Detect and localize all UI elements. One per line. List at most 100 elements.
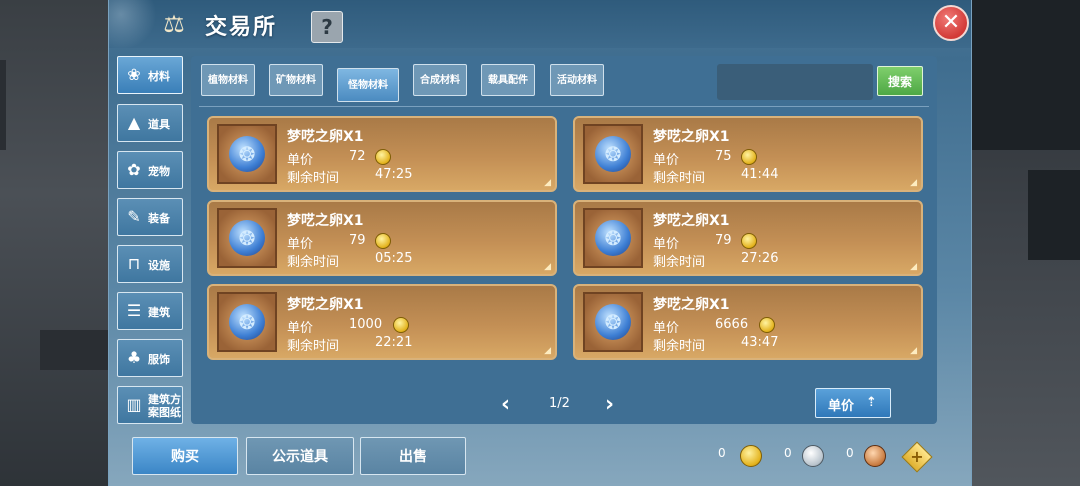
sidebar-item-label: 宠物	[148, 164, 170, 178]
corner-ornament-icon: ◢	[910, 178, 917, 188]
time-label: 剩余时间	[653, 339, 706, 354]
remaining-time: 22:21	[375, 335, 413, 350]
page-indicator: 1/2	[549, 396, 570, 411]
buy-tab-button[interactable]: 购买	[132, 437, 238, 475]
price-value: 79	[715, 233, 732, 248]
item-icon-frame: ❂	[217, 292, 277, 352]
sort-by-price-button[interactable]: 单价 ⇡	[815, 388, 891, 418]
sidebar-item-label: 装备	[148, 211, 170, 225]
trading-post-window: ⚖ 交易所 ? ✕ ❀ 材料 ▲ 道具 ✿ 宠物 ✎ 装备 ⊓ 设施 ☰ 建筑	[108, 0, 972, 486]
sell-tab-button[interactable]: 出售	[360, 437, 466, 475]
silver-coin-icon	[802, 445, 824, 467]
item-name: 梦呓之卵X1	[287, 297, 364, 313]
sidebar-item-clothing[interactable]: ♣ 服饰	[117, 339, 183, 377]
publish-items-button[interactable]: 公示道具	[246, 437, 354, 475]
dream-egg-icon: ❂	[595, 220, 631, 256]
search-input[interactable]	[717, 64, 873, 100]
sidebar-item-equipment[interactable]: ✎ 装备	[117, 198, 183, 236]
tab-monster-materials[interactable]: 怪物材料	[337, 68, 399, 102]
gold-coin-icon	[741, 149, 757, 165]
bronze-coin-icon	[864, 445, 886, 467]
blueprint-icon: ▥	[126, 395, 142, 414]
clothing-icon: ♣	[126, 348, 142, 367]
remaining-time: 41:44	[741, 167, 779, 182]
materials-icon: ❀	[127, 65, 141, 84]
sidebar-item-label: 服饰	[148, 352, 170, 366]
sidebar-item-label: 建筑方案图纸	[148, 393, 181, 419]
gold-amount: 0	[718, 446, 726, 460]
bronze-amount: 0	[846, 446, 854, 460]
window-title: 交易所	[205, 15, 278, 40]
dream-egg-icon: ❂	[595, 136, 631, 172]
listing-card[interactable]: ❂ 梦呓之卵X1 单价 72 剩余时间 47:25 ◢	[207, 116, 557, 192]
item-name: 梦呓之卵X1	[653, 297, 730, 313]
dream-egg-icon: ❂	[229, 136, 265, 172]
time-label: 剩余时间	[653, 171, 706, 186]
sidebar-item-materials[interactable]: ❀ 材料	[117, 56, 183, 94]
corner-ornament-icon: ◢	[544, 178, 551, 188]
listing-card[interactable]: ❂ 梦呓之卵X1 单价 1000 剩余时间 22:21 ◢	[207, 284, 557, 360]
next-page-button[interactable]: ›	[605, 392, 614, 417]
tab-event-materials[interactable]: 活动材料	[550, 64, 604, 96]
price-value: 1000	[349, 317, 383, 332]
price-label: 单价	[287, 321, 314, 336]
corner-ornament-icon: ◢	[910, 262, 917, 272]
item-name: 梦呓之卵X1	[653, 213, 730, 229]
price-label: 单价	[653, 321, 680, 336]
gold-coin-icon	[741, 233, 757, 249]
price-label: 单价	[653, 153, 680, 168]
help-button[interactable]: ?	[311, 11, 343, 43]
tab-synthesis-materials[interactable]: 合成材料	[413, 64, 467, 96]
item-name: 梦呓之卵X1	[653, 129, 730, 145]
corner-ornament-icon: ◢	[544, 346, 551, 356]
gold-coin-icon	[375, 149, 391, 165]
item-name: 梦呓之卵X1	[287, 129, 364, 145]
sidebar-item-label: 材料	[148, 69, 170, 83]
listing-card[interactable]: ❂ 梦呓之卵X1 单价 79 剩余时间 05:25 ◢	[207, 200, 557, 276]
item-name: 梦呓之卵X1	[287, 213, 364, 229]
remaining-time: 47:25	[375, 167, 413, 182]
gold-coin-icon	[393, 317, 409, 333]
tab-vehicle-parts[interactable]: 载具配件	[481, 64, 535, 96]
prev-page-button[interactable]: ‹	[501, 392, 510, 417]
close-button[interactable]: ✕	[933, 5, 969, 41]
scale-icon: ⚖	[163, 10, 185, 38]
sidebar-item-label: 设施	[148, 258, 170, 272]
sidebar-item-buildings[interactable]: ☰ 建筑	[117, 292, 183, 330]
gold-coin-icon	[740, 445, 762, 467]
dream-egg-icon: ❂	[229, 220, 265, 256]
item-icon-frame: ❂	[217, 208, 277, 268]
corner-ornament-icon: ◢	[544, 262, 551, 272]
sidebar-item-facilities[interactable]: ⊓ 设施	[117, 245, 183, 283]
building-icon: ☰	[126, 301, 142, 320]
divider	[199, 106, 929, 107]
listing-card[interactable]: ❂ 梦呓之卵X1 单价 75 剩余时间 41:44 ◢	[573, 116, 923, 192]
sidebar-item-label: 建筑	[148, 305, 170, 319]
gold-coin-icon	[375, 233, 391, 249]
price-label: 单价	[653, 237, 680, 252]
price-value: 79	[349, 233, 366, 248]
scene-background-right	[968, 0, 1080, 486]
item-icon-frame: ❂	[583, 208, 643, 268]
scene-background-left	[0, 0, 110, 486]
listing-card[interactable]: ❂ 梦呓之卵X1 单价 6666 剩余时间 43:47 ◢	[573, 284, 923, 360]
sidebar-item-pets[interactable]: ✿ 宠物	[117, 151, 183, 189]
time-label: 剩余时间	[653, 255, 706, 270]
sidebar-item-tools[interactable]: ▲ 道具	[117, 104, 183, 142]
price-value: 6666	[715, 317, 749, 332]
sort-arrow-icon: ⇡	[866, 395, 877, 410]
search-button[interactable]: 搜索	[877, 66, 923, 96]
silver-amount: 0	[784, 446, 792, 460]
sidebar-item-blueprints[interactable]: ▥ 建筑方案图纸	[117, 386, 183, 424]
item-icon-frame: ❂	[583, 124, 643, 184]
gold-coin-icon	[759, 317, 775, 333]
tab-mineral-materials[interactable]: 矿物材料	[269, 64, 323, 96]
tab-plant-materials[interactable]: 植物材料	[201, 64, 255, 96]
price-value: 75	[715, 149, 732, 164]
facility-icon: ⊓	[127, 254, 141, 273]
dream-egg-icon: ❂	[595, 304, 631, 340]
price-value: 72	[349, 149, 366, 164]
listing-card[interactable]: ❂ 梦呓之卵X1 单价 79 剩余时间 27:26 ◢	[573, 200, 923, 276]
title-bar: ⚖ 交易所 ? ✕	[109, 0, 971, 48]
corner-ornament-icon: ◢	[910, 346, 917, 356]
